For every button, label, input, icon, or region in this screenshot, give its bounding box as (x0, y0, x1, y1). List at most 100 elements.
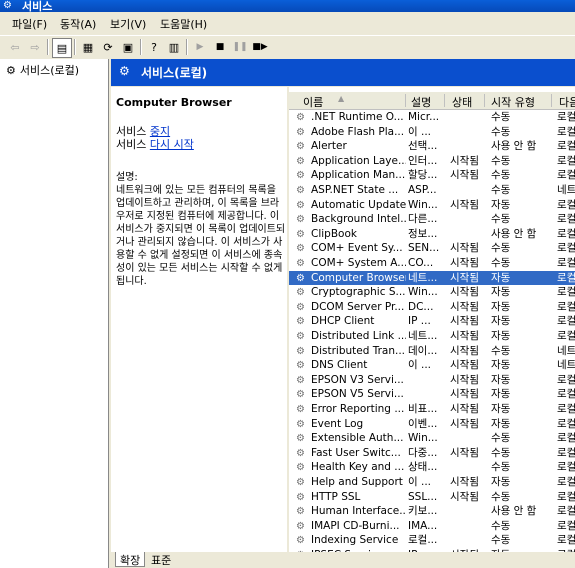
service-gear-icon: ⚙ (296, 155, 305, 167)
service-startup-type-cell: 수동 (491, 242, 511, 255)
service-row[interactable]: ⚙ Background Intel... 다른... 수동 로컬 (289, 212, 575, 227)
service-description-cell: 네트... (408, 271, 438, 284)
tree-node-services-local[interactable]: ⚙ 서비스(로컬) (6, 62, 79, 78)
service-row[interactable]: ⚙ EPSON V3 Servi... 시작됨 자동 로컬 (289, 373, 575, 388)
service-logon-cell: 로컬 (557, 125, 575, 138)
service-gear-icon: ⚙ (296, 214, 305, 226)
service-row[interactable]: ⚙ DNS Client 이 ... 시작됨 자동 네트 (289, 358, 575, 373)
service-row[interactable]: ⚙ .NET Runtime O... Micr... 수동 로컬 (289, 110, 575, 125)
service-startup-type-cell: 수동 (491, 461, 511, 474)
service-startup-type-cell: 수동 (491, 432, 511, 445)
service-row[interactable]: ⚙ ClipBook 정보... 사용 안 함 로컬 (289, 227, 575, 242)
service-gear-icon: ⚙ (296, 170, 305, 182)
service-name-cell: COM+ Event Sy... (311, 242, 403, 255)
column-startup-type[interactable]: 시작 유형 (491, 94, 535, 110)
tab-extended[interactable]: 확장 (115, 552, 146, 567)
service-logon-cell: 로컬 (557, 227, 575, 240)
service-row[interactable]: ⚙ EPSON V5 Servi... 시작됨 자동 로컬 (289, 387, 575, 402)
properties-icon[interactable]: ▦ (79, 38, 97, 56)
export-list-icon[interactable]: ▣ (119, 38, 137, 56)
service-row[interactable]: ⚙ Indexing Service 로컬... 수동 로컬 (289, 533, 575, 548)
service-row[interactable]: ⚙ Application Man... 할당... 시작됨 수동 로컬 (289, 168, 575, 183)
column-divider[interactable] (444, 94, 445, 107)
service-startup-type-cell: 자동 (491, 300, 511, 313)
menu-view[interactable]: 보기(V) (110, 16, 146, 32)
service-row[interactable]: ⚙ Computer Browser 네트... 시작됨 자동 로컬 (289, 270, 575, 286)
column-logon[interactable]: 다음 (559, 94, 575, 110)
description-pane: Computer Browser 서비스 중지 서비스 다시 시작 설명: 네트… (111, 87, 287, 552)
service-description-cell: 이 ... (408, 476, 432, 488)
service-gear-icon: ⚙ (296, 316, 305, 328)
service-row[interactable]: ⚙ Adobe Flash Pla... 이 ... 수동 로컬 (289, 125, 575, 140)
service-gear-icon: ⚙ (296, 433, 305, 445)
service-description-cell: Micr... (408, 111, 440, 123)
column-status[interactable]: 상태 (452, 94, 472, 110)
service-row[interactable]: ⚙ COM+ System A... CO... 시작됨 수동 로컬 (289, 256, 575, 271)
column-divider[interactable] (551, 94, 552, 107)
service-row[interactable]: ⚙ Help and Support 이 ... 시작됨 자동 로컬 (289, 475, 575, 490)
service-description-cell: ASP... (408, 184, 437, 196)
service-row[interactable]: ⚙ DHCP Client IP ... 시작됨 자동 로컬 (289, 314, 575, 329)
service-name-cell: Distributed Link ... (311, 330, 406, 342)
column-divider[interactable] (484, 94, 485, 107)
service-row[interactable]: ⚙ Cryptographic S... Win... 시작됨 자동 로컬 (289, 285, 575, 300)
service-description-cell: 이 ... (408, 125, 432, 138)
service-logon-cell: 로컬 (557, 213, 575, 226)
service-row[interactable]: ⚙ Alerter 선택... 사용 안 함 로컬 (289, 139, 575, 154)
service-description-cell: 다중... (408, 446, 438, 459)
service-gear-icon: ⚙ (296, 360, 305, 372)
service-gear-icon: ⚙ (296, 447, 305, 459)
service-row[interactable]: ⚙ Distributed Tran... 데이... 시작됨 수동 네트 (289, 344, 575, 359)
restart-service-link[interactable]: 다시 시작 (150, 138, 194, 151)
column-divider[interactable] (405, 94, 406, 107)
service-row[interactable]: ⚙ Event Log 이벤... 시작됨 자동 로컬 (289, 417, 575, 432)
service-logon-cell: 로컬 (557, 446, 575, 459)
refresh-icon[interactable]: ⟳ (99, 38, 117, 56)
show-hide-tree-icon[interactable]: ▤ (52, 38, 72, 58)
service-row[interactable]: ⚙ Fast User Switc... 다중... 시작됨 수동 로컬 (289, 446, 575, 461)
service-row[interactable]: ⚙ Automatic Updates Win... 시작됨 자동 로컬 (289, 198, 575, 213)
service-row[interactable]: ⚙ Error Reporting ... 비표... 시작됨 자동 로컬 (289, 402, 575, 417)
service-startup-type-cell: 자동 (491, 271, 511, 284)
service-row[interactable]: ⚙ Application Laye... 인터... 시작됨 수동 로컬 (289, 154, 575, 169)
toolbar-separator (186, 39, 188, 55)
service-description: 설명: 네트워크에 있는 모든 컴퓨터의 목록을 업데이트하고 관리하며, 이 … (116, 171, 286, 288)
column-header: 이름 ▲ 설명 상태 시작 유형 다음 (289, 92, 575, 110)
service-row[interactable]: ⚙ Health Key and ... 상태... 수동 로컬 (289, 460, 575, 475)
pause-service-icon[interactable]: ❚❚ (231, 38, 249, 56)
column-description[interactable]: 설명 (411, 94, 431, 110)
service-description-cell: 할당... (408, 169, 438, 182)
forward-icon[interactable]: ⇨ (26, 38, 44, 56)
service-row[interactable]: ⚙ Distributed Link ... 네트... 시작됨 자동 로컬 (289, 329, 575, 344)
service-name-cell: DNS Client (311, 359, 368, 372)
service-startup-type-cell: 수동 (491, 169, 511, 182)
service-startup-type-cell: 수동 (491, 213, 511, 226)
menu-action[interactable]: 동작(A) (60, 16, 96, 32)
service-name-cell: Extensible Auth... (311, 432, 404, 445)
service-gear-icon: ⚙ (296, 331, 305, 342)
service-row[interactable]: ⚙ IMAPI CD-Burni... IMA... 수동 로컬 (289, 519, 575, 534)
restart-service-icon[interactable]: ■▶ (251, 38, 269, 56)
action-pane-icon[interactable]: ▥ (165, 38, 183, 56)
service-description-cell: 상태... (408, 461, 438, 474)
service-name-cell: Distributed Tran... (311, 344, 406, 357)
service-description-cell: Win... (408, 198, 438, 211)
column-name[interactable]: 이름 (303, 94, 323, 110)
service-row[interactable]: ⚙ COM+ Event Sy... SEN... 시작됨 수동 로컬 (289, 241, 575, 256)
service-row[interactable]: ⚙ ASP.NET State ... ASP... 수동 네트 (289, 183, 575, 198)
service-gear-icon: ⚙ (296, 112, 305, 123)
service-row[interactable]: ⚙ HTTP SSL SSL... 시작됨 수동 로컬 (289, 490, 575, 505)
service-logon-cell: 로컬 (557, 286, 575, 299)
service-row[interactable]: ⚙ Extensible Auth... Win... 수동 로컬 (289, 431, 575, 446)
service-status-cell: 시작됨 (450, 169, 479, 182)
service-row[interactable]: ⚙ DCOM Server Pr... DC... 시작됨 자동 로컬 (289, 300, 575, 315)
service-name-cell: COM+ System A... (311, 257, 406, 269)
start-service-icon[interactable]: ▶ (191, 38, 209, 56)
menu-file[interactable]: 파일(F) (12, 16, 47, 32)
back-icon[interactable]: ⇦ (6, 38, 24, 56)
stop-service-icon[interactable]: ■ (211, 38, 229, 56)
service-row[interactable]: ⚙ Human Interface... 키보... 사용 안 함 로컬 (289, 504, 575, 519)
help-icon[interactable]: ? (145, 38, 163, 56)
tab-standard[interactable]: 표준 (147, 552, 175, 567)
menu-help[interactable]: 도움말(H) (160, 16, 207, 32)
